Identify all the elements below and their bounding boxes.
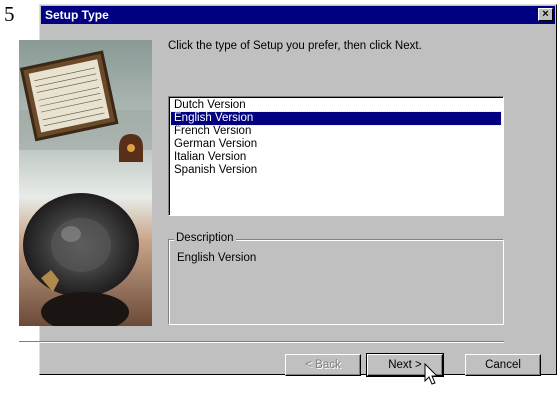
back-button[interactable]: < Back <box>285 354 361 376</box>
list-item[interactable]: Dutch Version <box>171 99 501 112</box>
description-text: English Version <box>177 252 257 264</box>
mouse-pointer-icon <box>424 363 439 385</box>
setup-type-listbox[interactable]: Dutch Version English Version French Ver… <box>168 96 504 216</box>
description-label: Description <box>174 232 236 244</box>
list-item[interactable]: Spanish Version <box>171 164 501 177</box>
instruction-text: Click the type of Setup you prefer, then… <box>168 40 422 52</box>
step-number: 5 <box>4 2 15 26</box>
cancel-button[interactable]: Cancel <box>465 354 541 376</box>
setup-banner-image <box>19 40 152 326</box>
list-item[interactable]: Italian Version <box>171 151 501 164</box>
window-title: Setup Type <box>45 8 109 22</box>
close-icon: × <box>542 8 549 20</box>
title-bar[interactable]: Setup Type × <box>41 6 555 24</box>
divider <box>19 341 504 343</box>
close-button[interactable]: × <box>538 8 553 21</box>
list-item-selected[interactable]: English Version <box>170 111 502 126</box>
list-item[interactable]: French Version <box>171 125 501 138</box>
list-item[interactable]: German Version <box>171 138 501 151</box>
